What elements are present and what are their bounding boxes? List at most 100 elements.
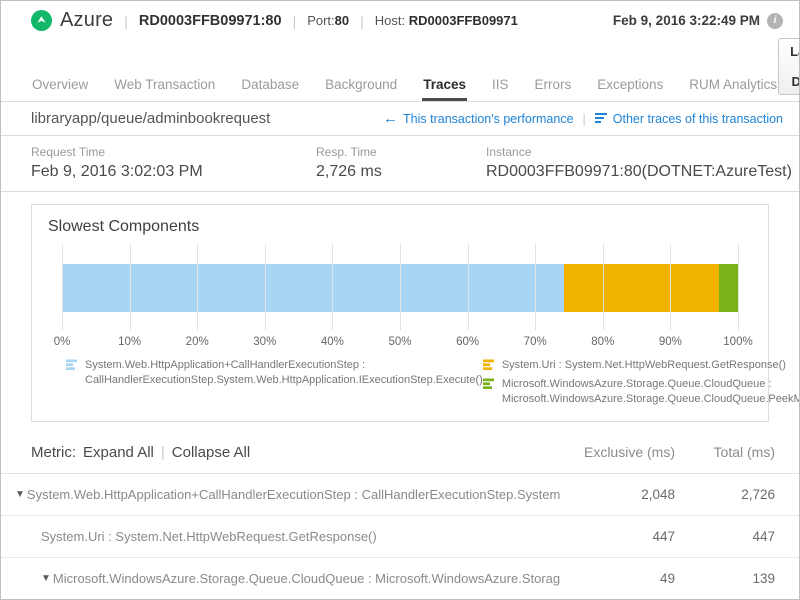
metric-name: ▼System.Web.HttpApplication+CallHandlerE… — [15, 487, 560, 502]
metric-name: ▼Microsoft.WindowsAzure.Storage.Queue.Cl… — [15, 571, 560, 586]
monitor-name: RD0003FFB09971:80 — [139, 13, 282, 29]
legend-column: System.Uri : System.Net.HttpWebRequest.G… — [483, 358, 800, 407]
separator: | — [583, 112, 586, 126]
exclusive-column-header: Exclusive (ms) — [560, 444, 675, 460]
transaction-name: libraryapp/queue/adminbookrequest — [31, 110, 270, 127]
gridline — [332, 244, 333, 330]
tab-exceptions[interactable]: Exceptions — [596, 71, 664, 101]
gridline — [265, 244, 266, 330]
gridline — [62, 244, 63, 330]
gridline — [130, 244, 131, 330]
bar-segment[interactable] — [62, 264, 564, 312]
separator: | — [161, 444, 165, 461]
instance-label: Instance — [486, 145, 792, 159]
total-ms-value: 2,726 — [675, 487, 775, 502]
legend-bars-icon — [483, 378, 496, 390]
gridline — [197, 244, 198, 330]
legend-item: System.Web.HttpApplication+CallHandlerEx… — [66, 358, 483, 388]
tab-bar: Overview Web Transaction Database Backgroun… — [1, 38, 799, 102]
x-tick-label: 20% — [186, 336, 209, 348]
gridline — [535, 244, 536, 330]
exclusive-ms-value: 2,048 — [560, 487, 675, 502]
x-tick-label: 0% — [54, 336, 71, 348]
trace-summary: Request Time Feb 9, 2016 3:02:03 PM Resp… — [1, 136, 799, 192]
legend-bars-icon — [483, 359, 496, 371]
tab-database[interactable]: Database — [240, 71, 300, 101]
legend-column: System.Web.HttpApplication+CallHandlerEx… — [66, 358, 483, 407]
tab-traces[interactable]: Traces — [422, 71, 467, 101]
legend-label: System.Web.HttpApplication+CallHandlerEx… — [85, 358, 483, 388]
collapse-row-icon[interactable]: ▼ — [15, 489, 25, 500]
metric-controls: Metric: Expand All | Collapse All — [31, 444, 250, 461]
top-bar: Azure | RD0003FFB09971:80 | Port:80 | Ho… — [1, 1, 799, 38]
x-tick-label: 40% — [321, 336, 344, 348]
stacked-bar-chart: 0%10%20%30%40%50%60%70%80%90%100% — [62, 244, 738, 348]
collapse-row-icon[interactable]: ▼ — [41, 573, 51, 584]
tab-errors[interactable]: Errors — [534, 71, 573, 101]
app-name: Azure — [60, 9, 113, 32]
metric-table: Metric: Expand All | Collapse All Exclus… — [1, 432, 799, 600]
table-row[interactable]: System.Uri : System.Net.HttpWebRequest.G… — [1, 516, 799, 558]
metric-name: System.Uri : System.Net.HttpWebRequest.G… — [15, 529, 560, 544]
legend-bars-icon — [66, 359, 79, 371]
bar-segment[interactable] — [564, 264, 719, 312]
response-time: Resp. Time 2,726 ms — [316, 145, 486, 181]
slowest-components-panel: Slowest Components 0%10%20%30%40%50%60%7… — [31, 204, 769, 422]
metric-name-text: System.Uri : System.Net.HttpWebRequest.G… — [41, 529, 377, 544]
request-time: Request Time Feb 9, 2016 3:02:03 PM — [31, 145, 316, 181]
total-ms-value: 139 — [675, 571, 775, 586]
x-tick-label: 50% — [388, 336, 411, 348]
port-value: 80 — [335, 13, 349, 28]
collapse-all-link[interactable]: Collapse All — [172, 444, 250, 461]
total-column-header: Total (ms) — [675, 444, 775, 460]
x-tick-label: 30% — [253, 336, 276, 348]
azure-monitor-icon — [31, 10, 52, 31]
metric-rows: ▼System.Web.HttpApplication+CallHandlerE… — [1, 474, 799, 600]
metric-label: Metric: — [31, 444, 76, 461]
tab-web-transaction[interactable]: Web Transaction — [113, 71, 216, 101]
tab-overview[interactable]: Overview — [31, 71, 89, 101]
time-range-dropdown[interactable]: Last 1 Day ▼ — [778, 38, 800, 95]
last-polled-timestamp: Feb 9, 2016 3:22:49 PM — [613, 13, 760, 28]
request-time-value: Feb 9, 2016 3:02:03 PM — [31, 163, 316, 181]
legend-item: Microsoft.WindowsAzure.Storage.Queue.Clo… — [483, 377, 800, 407]
table-row[interactable]: ▼System.Web.HttpApplication+CallHandlerE… — [1, 474, 799, 516]
x-tick-label: 100% — [723, 336, 752, 348]
separator: | — [121, 13, 131, 29]
response-time-label: Resp. Time — [316, 145, 486, 159]
bar-segment[interactable] — [719, 264, 738, 312]
metric-name-text: System.Web.HttpApplication+CallHandlerEx… — [27, 487, 560, 502]
instance: Instance RD0003FFB09971:80(DOTNET:AzureT… — [486, 145, 792, 181]
header-right: Feb 9, 2016 3:22:49 PM i — [613, 13, 783, 29]
port-info: Port:80 — [307, 13, 349, 28]
legend-label: Microsoft.WindowsAzure.Storage.Queue.Clo… — [502, 377, 800, 407]
x-tick-label: 90% — [659, 336, 682, 348]
transaction-header: libraryapp/queue/adminbookrequest ← This… — [1, 102, 799, 136]
other-traces-link[interactable]: Other traces of this transaction — [595, 112, 783, 126]
monitor-identity: Azure | RD0003FFB09971:80 | Port:80 | Ho… — [31, 9, 518, 32]
chart-legend: System.Web.HttpApplication+CallHandlerEx… — [66, 358, 738, 407]
metric-table-header: Metric: Expand All | Collapse All Exclus… — [1, 432, 799, 474]
left-arrow-icon: ← — [383, 114, 398, 124]
x-tick-label: 70% — [524, 336, 547, 348]
port-label: Port: — [307, 13, 334, 28]
table-row[interactable]: ▼Microsoft.WindowsAzure.Storage.Queue.Cl… — [1, 558, 799, 600]
host-value: RD0003FFB09971 — [409, 13, 518, 28]
host-info: Host: RD0003FFB09971 — [375, 13, 518, 28]
tab-iis[interactable]: IIS — [491, 71, 510, 101]
performance-link-label: This transaction's performance — [403, 112, 574, 126]
legend-label: System.Uri : System.Net.HttpWebRequest.G… — [502, 358, 786, 373]
separator: | — [357, 13, 367, 29]
request-time-label: Request Time — [31, 145, 316, 159]
trace-list-icon — [595, 113, 608, 124]
tab-rum-analytics[interactable]: RUM Analytics — [688, 71, 778, 101]
metric-name-text: Microsoft.WindowsAzure.Storage.Queue.Clo… — [53, 571, 560, 586]
gridline — [738, 244, 739, 330]
expand-all-link[interactable]: Expand All — [83, 444, 154, 461]
info-icon[interactable]: i — [767, 13, 783, 29]
gridline — [468, 244, 469, 330]
total-ms-value: 447 — [675, 529, 775, 544]
transaction-performance-link[interactable]: ← This transaction's performance — [383, 112, 574, 126]
tab-background[interactable]: Background — [324, 71, 398, 101]
metric-columns: Exclusive (ms) Total (ms) — [560, 444, 775, 460]
